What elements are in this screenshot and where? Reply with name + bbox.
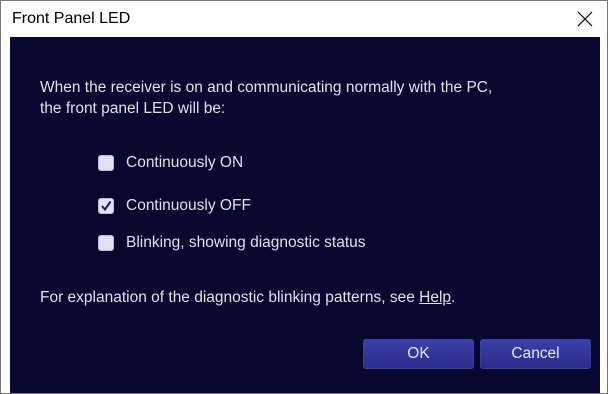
option-label: Blinking, showing diagnostic status xyxy=(126,234,366,251)
dialog-content: When the receiver is on and communicatin… xyxy=(10,37,600,393)
checkmark-icon xyxy=(101,200,112,212)
checkbox-continuously-on[interactable] xyxy=(98,155,114,171)
description-line-2: the front panel LED will be: xyxy=(40,100,226,117)
description-text: When the receiver is on and communicatin… xyxy=(40,77,600,119)
option-continuously-on[interactable]: Continuously ON xyxy=(98,152,243,174)
dialog-window: Front Panel LED When the receiver is on … xyxy=(0,0,608,394)
close-button[interactable] xyxy=(563,1,607,37)
cancel-button[interactable]: Cancel xyxy=(480,339,591,369)
option-label: Continuously ON xyxy=(126,154,244,171)
checkbox-blinking[interactable] xyxy=(98,235,114,251)
option-continuously-off[interactable]: Continuously OFF xyxy=(98,195,251,217)
checkbox-continuously-off[interactable] xyxy=(98,198,114,214)
close-icon xyxy=(577,11,593,27)
help-link[interactable]: Help xyxy=(419,289,451,306)
option-blinking[interactable]: Blinking, showing diagnostic status xyxy=(98,232,366,254)
help-suffix: . xyxy=(451,289,456,306)
help-prefix: For explanation of the diagnostic blinki… xyxy=(40,289,420,306)
window-title: Front Panel LED xyxy=(12,10,131,27)
option-label: Continuously OFF xyxy=(126,197,251,214)
ok-button[interactable]: OK xyxy=(363,339,474,369)
description-line-1: When the receiver is on and communicatin… xyxy=(40,79,493,96)
title-bar: Front Panel LED xyxy=(1,1,607,37)
help-text: For explanation of the diagnostic blinki… xyxy=(40,289,455,307)
